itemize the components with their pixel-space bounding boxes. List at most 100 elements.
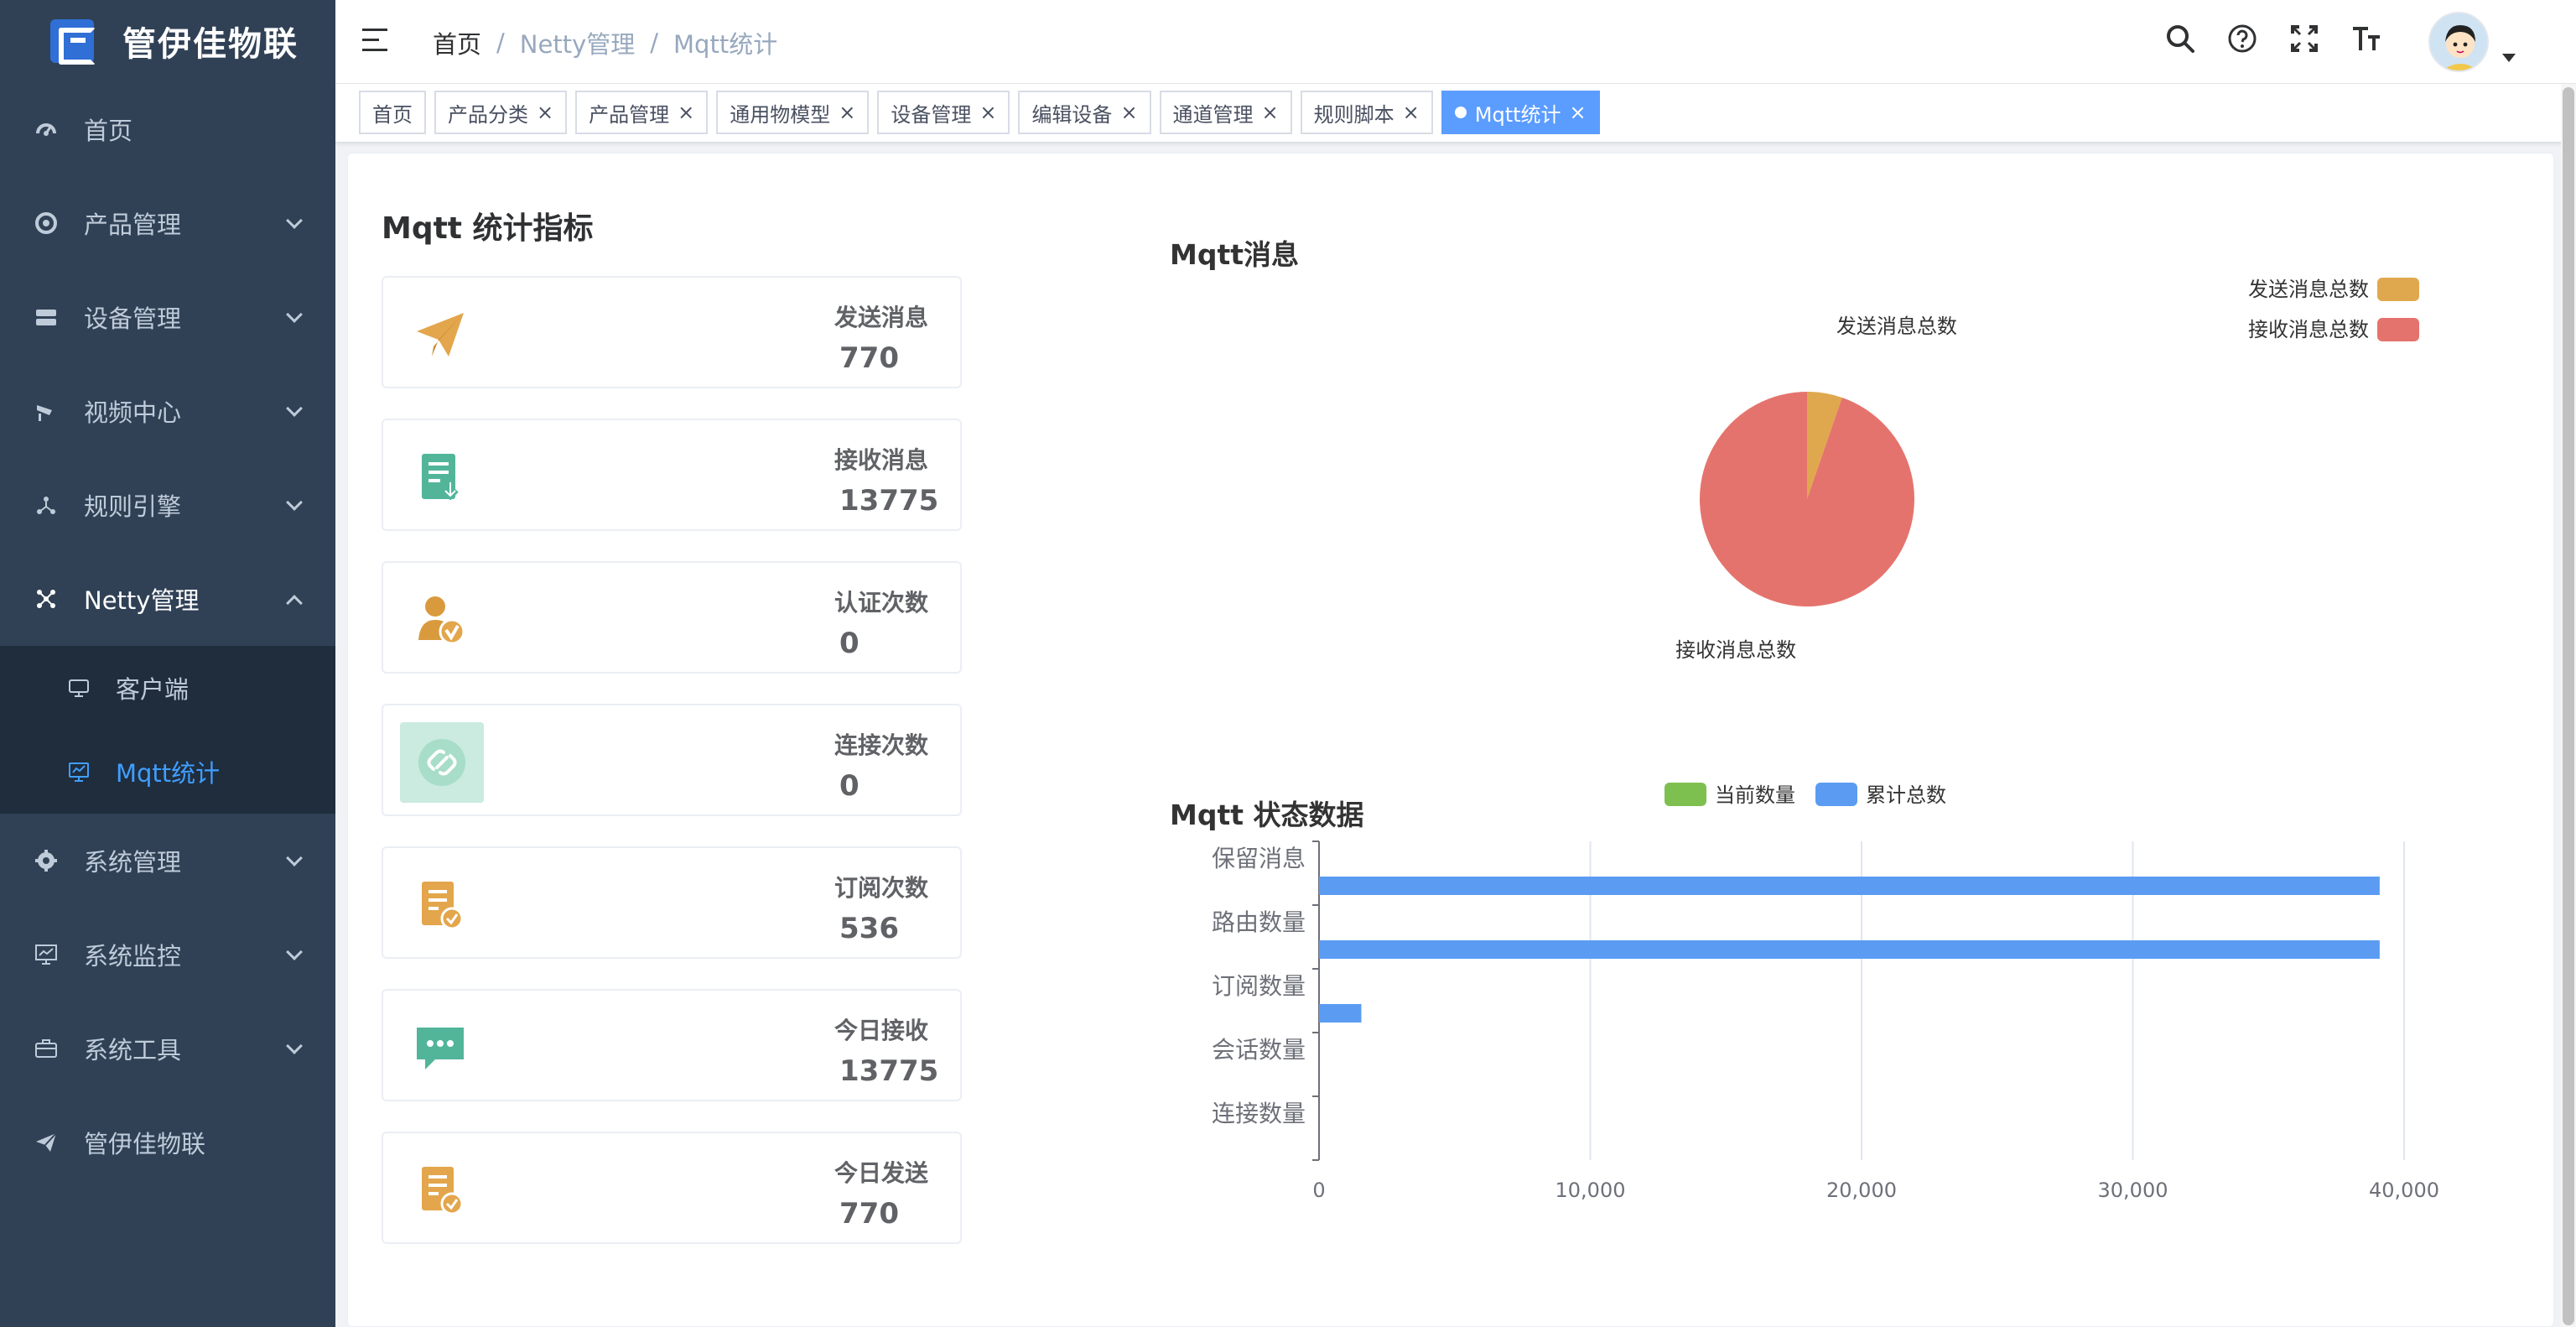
legend-label: 接收消息总数: [2248, 318, 2369, 341]
y-tick-label: 连接数量: [1212, 1100, 1306, 1127]
tag-label: 设备管理: [891, 102, 972, 127]
tag-edit-device[interactable]: 编辑设备 ×: [1018, 91, 1151, 134]
chevron-down-icon: [286, 494, 303, 511]
close-icon[interactable]: ×: [1262, 101, 1279, 124]
bar-total: [1319, 1004, 1362, 1023]
breadcrumb-separator: /: [496, 29, 505, 57]
breadcrumb-separator: /: [650, 29, 659, 57]
tag-device-management[interactable]: 设备管理 ×: [877, 91, 1010, 134]
stat-card-subscribe: 订阅次数 536: [382, 846, 962, 959]
caret-down-icon[interactable]: [2502, 54, 2516, 62]
breadcrumb-item-home[interactable]: 首页: [433, 25, 481, 60]
close-icon[interactable]: ×: [979, 101, 996, 124]
sidebar-item-label: 产品管理: [84, 211, 182, 239]
sidebar-item-client[interactable]: 客户端: [0, 646, 335, 730]
close-icon[interactable]: ×: [678, 101, 694, 124]
tag-label: 编辑设备: [1031, 102, 1113, 127]
pie-slice: [1700, 392, 1914, 606]
bar-total: [1319, 877, 2380, 895]
y-tick-label: 会话数量: [1212, 1036, 1306, 1064]
sidebar-item-label: 规则引擎: [84, 492, 182, 521]
font-size-icon[interactable]: [2350, 22, 2383, 55]
stat-label: 接收消息: [834, 446, 929, 474]
legend-label: 发送消息总数: [2248, 278, 2369, 301]
user-avatar[interactable]: [2428, 12, 2489, 72]
tag-product-category[interactable]: 产品分类 ×: [434, 91, 568, 134]
close-icon[interactable]: ×: [1570, 101, 1587, 124]
tag-product-management[interactable]: 产品管理 ×: [575, 91, 709, 134]
close-icon[interactable]: ×: [1120, 101, 1137, 124]
close-icon[interactable]: ×: [537, 101, 553, 124]
product-icon: [34, 211, 59, 236]
legend-label: 累计总数: [1866, 783, 1946, 807]
stat-value: 13775: [839, 484, 939, 518]
stat-value: 770: [839, 1197, 899, 1231]
close-icon[interactable]: ×: [1403, 101, 1420, 124]
sidebar-item-video[interactable]: 视频中心: [0, 364, 335, 458]
help-icon[interactable]: [2225, 22, 2259, 55]
stat-label: 认证次数: [834, 589, 929, 617]
tag-channel-management[interactable]: 通道管理 ×: [1159, 91, 1292, 134]
tag-mqtt-stats[interactable]: Mqtt统计 ×: [1441, 91, 1600, 134]
sidebar-item-device[interactable]: 设备管理: [0, 270, 335, 364]
sidebar-item-iot[interactable]: 管伊佳物联: [0, 1095, 335, 1189]
stat-value: 13775: [839, 1054, 939, 1088]
stat-card-send: 发送消息 770: [382, 276, 962, 388]
tag-thing-model[interactable]: 通用物模型 ×: [716, 91, 870, 134]
tags-view: 首页 产品分类 × 产品管理 × 通用物模型 × 设备管理 × 编辑设备 × 通…: [335, 84, 2576, 143]
stat-label: 连接次数: [834, 731, 929, 759]
stat-label: 今日接收: [834, 1017, 929, 1044]
sidebar: 管伊佳物联 首页 产品管理 设备管理 视频中心 规则引擎 Netty管理 客户端…: [0, 0, 335, 1327]
search-icon[interactable]: [2163, 22, 2197, 55]
sidebar-item-mqtt-stats[interactable]: Mqtt统计: [0, 730, 335, 814]
tag-rule-script[interactable]: 规则脚本 ×: [1300, 91, 1433, 134]
sidebar-item-label: 系统管理: [84, 848, 182, 877]
netty-submenu: 客户端 Mqtt统计: [0, 646, 335, 814]
client-icon: [67, 676, 91, 700]
monitor-icon: [34, 942, 59, 967]
tag-home[interactable]: 首页: [359, 91, 426, 134]
tags-list: 首页 产品分类 × 产品管理 × 通用物模型 × 设备管理 × 编辑设备 × 通…: [359, 91, 1600, 134]
sidebar-item-tools[interactable]: 系统工具: [0, 1002, 335, 1095]
active-dot-icon: [1454, 107, 1467, 118]
y-tick-label: 订阅数量: [1212, 972, 1306, 1000]
stat-value: 770: [839, 341, 899, 375]
tag-label: 通用物模型: [730, 102, 831, 127]
sidebar-item-netty[interactable]: Netty管理: [0, 552, 335, 646]
settings-icon: [34, 848, 59, 873]
logo-row: 管伊佳物联: [0, 0, 335, 82]
bar-chart: 当前数量 累计总数 0 10,000 20,000 30,000 40,000 保留消息路由数…: [1212, 783, 2439, 1202]
chevron-down-icon: [286, 850, 303, 866]
sidebar-item-system[interactable]: 系统管理: [0, 814, 335, 908]
chat-icon: [408, 1016, 472, 1080]
hamburger-icon[interactable]: [362, 29, 389, 52]
stat-value: 0: [839, 769, 860, 803]
sidebar-item-product[interactable]: 产品管理: [0, 176, 335, 270]
chart-icon: [67, 760, 91, 783]
chevron-down-icon: [286, 306, 303, 323]
stat-card-today-receive: 今日接收 13775: [382, 989, 962, 1101]
sidebar-item-label: 系统监控: [84, 942, 182, 971]
stat-label: 订阅次数: [834, 874, 929, 902]
logo-icon: [50, 19, 96, 65]
main-content: Mqtt 统计指标 发送消息 770 接收消息 13775 认证次数 0 连接次…: [347, 153, 2554, 1327]
legend-swatch: [1815, 783, 1857, 806]
close-icon[interactable]: ×: [839, 101, 855, 124]
stat-card-today-send: 今日发送 770: [382, 1132, 962, 1244]
stat-value: 536: [839, 912, 899, 945]
header-tools: [2163, 22, 2383, 55]
sidebar-item-home[interactable]: 首页: [0, 82, 335, 176]
breadcrumb: 首页 / Netty管理 / Mqtt统计: [433, 25, 777, 60]
sidebar-item-label: 设备管理: [84, 304, 182, 333]
tag-label: 产品分类: [448, 102, 528, 127]
legend-label: 当前数量: [1715, 783, 1795, 807]
tag-label: 规则脚本: [1313, 102, 1394, 127]
fullscreen-icon[interactable]: [2288, 22, 2321, 55]
scrollbar-thumb[interactable]: [2563, 87, 2574, 1325]
link-icon: [400, 722, 484, 803]
sidebar-item-monitor[interactable]: 系统监控: [0, 908, 335, 1002]
app-title: 管伊佳物联: [122, 25, 299, 64]
sidebar-item-label: 管伊佳物联: [84, 1130, 206, 1158]
sidebar-item-rule[interactable]: 规则引擎: [0, 458, 335, 552]
y-tick-label: 保留消息: [1212, 845, 1306, 872]
